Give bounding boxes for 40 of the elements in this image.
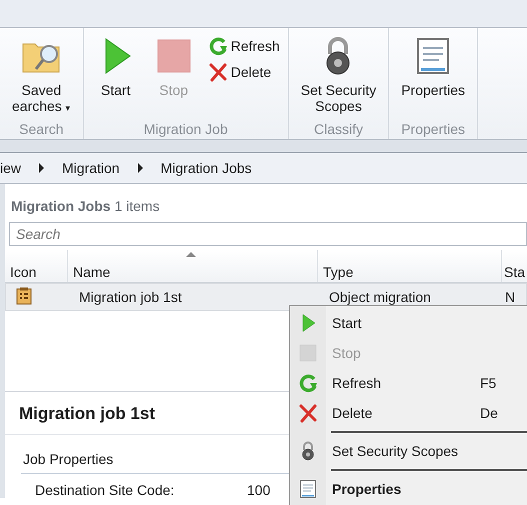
list-title: Migration Jobs 1 items	[11, 198, 160, 214]
chevron-icon	[39, 163, 44, 173]
breadcrumb-item[interactable]: iew	[0, 160, 22, 176]
menu-item[interactable]: Properties	[290, 474, 527, 504]
column-header[interactable]: Type	[318, 250, 502, 282]
clipboard-icon	[16, 286, 32, 304]
ribbon-button[interactable]: Start	[92, 36, 140, 98]
refresh-icon	[208, 36, 228, 56]
table-cell-text: N	[504, 289, 516, 305]
ribbon-button[interactable]: Set Security Scopes	[296, 36, 380, 114]
menu-item[interactable]: Set Security Scopes	[290, 436, 527, 466]
field-value: 100	[247, 482, 270, 498]
ribbon-button[interactable]: Saved earches ▾	[8, 36, 75, 116]
column-header[interactable]: Icon	[5, 250, 68, 282]
group-label: Search	[18, 121, 65, 139]
delete-icon	[298, 403, 318, 423]
breadcrumb-item[interactable]: Migration	[62, 160, 120, 176]
stop-icon	[298, 343, 318, 363]
group-label: Classify	[312, 121, 364, 139]
group-label: Properties	[400, 121, 466, 139]
section-heading: Job Properties	[23, 451, 114, 467]
table-row[interactable]: Migration job 1st Object migration N	[5, 283, 527, 311]
properties-icon	[298, 479, 318, 499]
sort-arrow-icon	[186, 252, 196, 257]
column-header[interactable]: Name	[68, 250, 318, 282]
ribbon-button[interactable]: Delete	[208, 62, 280, 82]
menu-item[interactable]: Start	[290, 308, 527, 338]
chevron-icon	[138, 163, 143, 173]
refresh-icon	[298, 373, 318, 393]
search-field[interactable]: Search	[9, 222, 527, 246]
column-header[interactable]: Sta	[502, 250, 527, 282]
table-cell-text: Object migration	[328, 289, 432, 305]
breadcrumb-item[interactable]: Migration Jobs	[160, 160, 252, 176]
ribbon-button[interactable]: Properties	[397, 36, 470, 98]
table-cell-text: Migration job 1st	[78, 289, 183, 305]
group-label: Migration Job	[142, 121, 229, 139]
ribbon-button[interactable]: Refresh	[208, 36, 280, 56]
field-label: Destination Site Code:	[35, 482, 176, 498]
delete-icon	[208, 62, 228, 82]
menu-item[interactable]: Delete De	[290, 398, 527, 428]
